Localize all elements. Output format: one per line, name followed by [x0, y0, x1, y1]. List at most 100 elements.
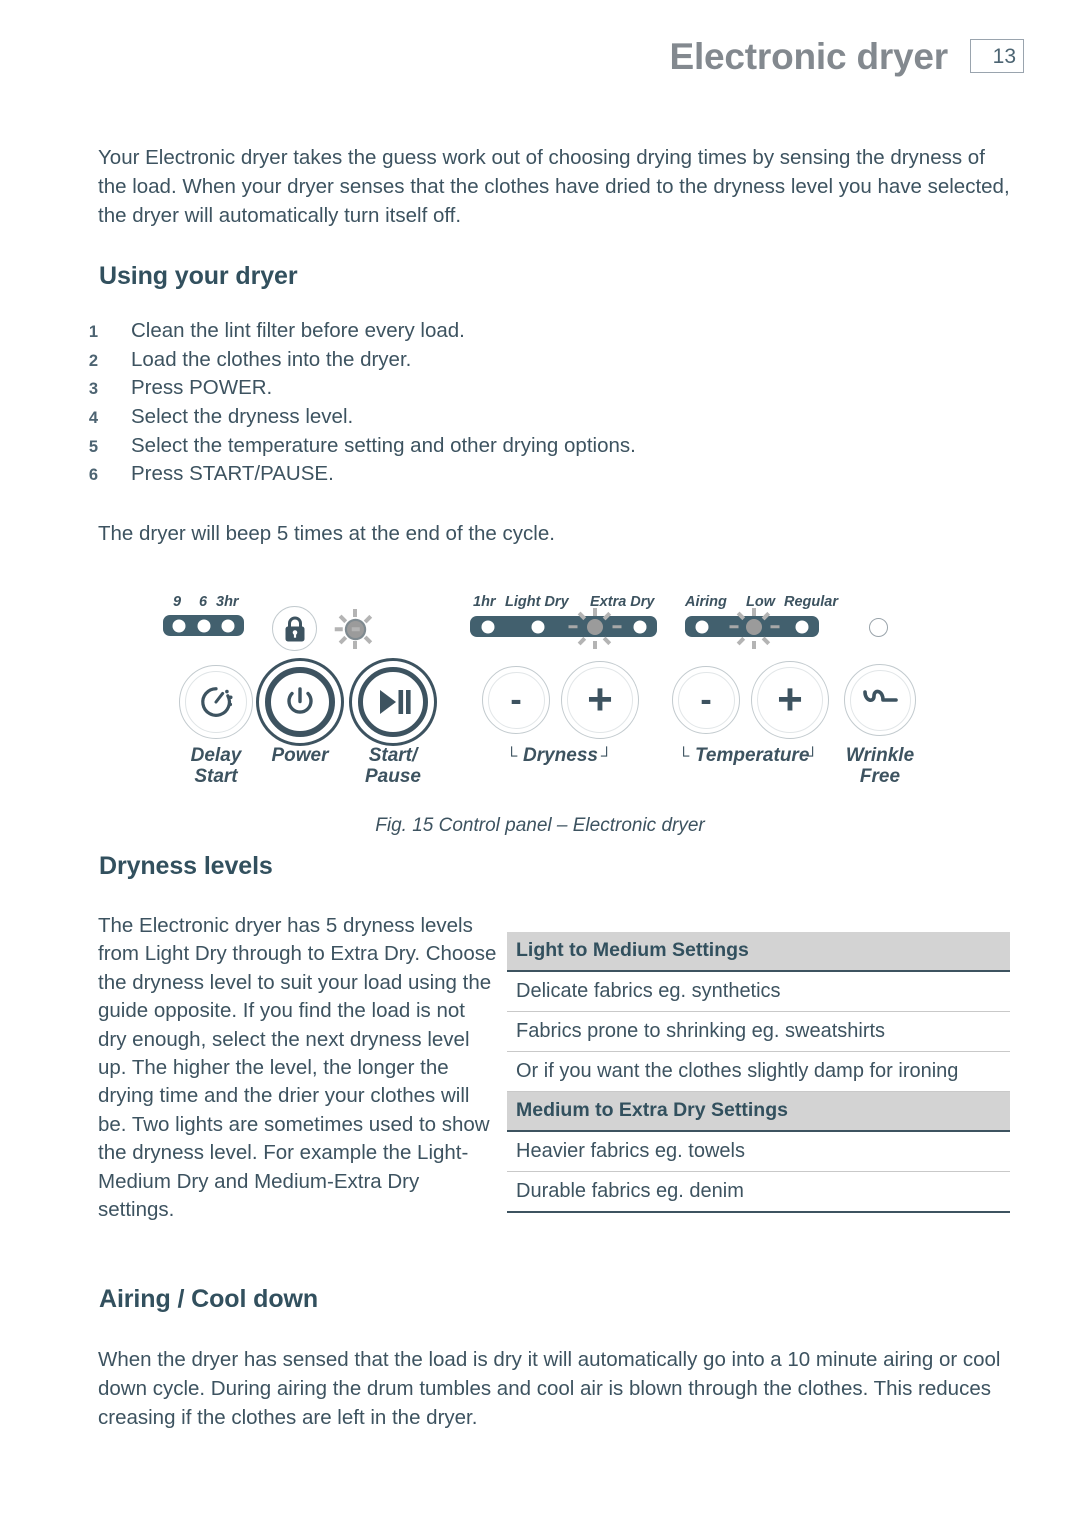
dryness-led-bar: [470, 616, 657, 637]
power-on-indicator-lit: [334, 608, 376, 650]
dryness-led-extra-dry: [633, 620, 647, 633]
child-lock-indicator: [272, 606, 317, 651]
plus-icon: +: [777, 675, 803, 724]
control-panel-figure: 9 6 3hr Delay Start Power Start/ Pause 1…: [150, 588, 950, 838]
step-text: Select the temperature setting and other…: [131, 433, 636, 457]
figure-caption: Fig. 15 Control panel – Electronic dryer: [375, 815, 705, 836]
temperature-minus-inner-ring: -: [677, 671, 735, 729]
delay-led-label-9: 9: [173, 594, 182, 610]
step-text: Press POWER.: [131, 376, 273, 400]
beep-note: The dryer will beep 5 times at the end o…: [98, 522, 555, 545]
table-row: Durable fabrics eg. denim: [507, 1172, 1010, 1213]
power-button-inner-ring: [265, 667, 335, 737]
indicator-ray: [351, 627, 360, 631]
list-item: 4 Select the dryness level.: [64, 403, 964, 432]
lock-icon: [285, 616, 304, 641]
page-header: Electronic dryer 13: [96, 28, 1024, 84]
dryness-levels-section: Dryness levels: [99, 852, 273, 881]
temperature-led-airing: [695, 620, 709, 633]
page-number: 13: [992, 44, 1016, 68]
temperature-bracket-left: └: [678, 748, 690, 765]
step-text: Press START/PAUSE.: [131, 462, 334, 486]
table-row: Or if you want the clothes slightly damp…: [507, 1052, 1010, 1092]
section-heading-dryness-levels: Dryness levels: [99, 852, 273, 880]
minus-icon: -: [510, 681, 522, 719]
table-cell: Fabrics prone to shrinking eg. sweatshir…: [516, 1020, 886, 1042]
dryness-plus-inner-ring: +: [567, 667, 633, 733]
temperature-bracket-right: ┘: [807, 748, 819, 765]
temperature-minus-button[interactable]: -: [672, 666, 740, 734]
section-heading-airing-cool-down: Airing / Cool down: [99, 1285, 319, 1313]
indicator-ray: [363, 614, 372, 623]
dryness-label-1hr: 1hr: [473, 594, 496, 610]
temperature-label-low: Low: [746, 594, 775, 610]
wrinkle-free-inner-ring: [849, 669, 911, 731]
delay-start-button[interactable]: [179, 665, 253, 739]
temperature-lit-rays: [735, 608, 773, 649]
dryness-led-1hr: [481, 620, 495, 633]
step-number: 1: [88, 323, 98, 341]
power-button[interactable]: [256, 658, 344, 746]
power-button-label: Power: [271, 745, 329, 766]
temperature-led-regular: [795, 620, 809, 633]
dryness-plus-button[interactable]: +: [561, 661, 639, 739]
table-row: Heavier fabrics eg. towels: [507, 1132, 1010, 1172]
dryness-bracket-left: └: [506, 748, 518, 765]
play-pause-icon: [380, 690, 411, 714]
dryness-minus-inner-ring: -: [487, 671, 545, 729]
list-item: 5 Select the temperature setting and oth…: [64, 432, 964, 461]
delay-led-6: [197, 619, 210, 632]
step-number: 6: [88, 466, 98, 485]
step-number: 2: [88, 351, 98, 370]
plus-icon: +: [587, 675, 613, 724]
page-number-box: 13: [970, 39, 1024, 73]
page-title: Electronic dryer: [669, 35, 948, 77]
table-row: Delicate fabrics eg. synthetics: [507, 972, 1010, 1012]
wrinkle-free-indicator: [869, 618, 888, 637]
dryness-bracket-right: ┘: [601, 748, 613, 765]
delay-led-3hr: [221, 619, 235, 632]
step-number: 5: [88, 437, 98, 456]
delay-start-button-inner-ring: [185, 671, 247, 733]
section-heading-using-your-dryer: Using your dryer: [99, 262, 298, 290]
start-pause-button[interactable]: [349, 658, 437, 746]
table-section-header: Light to Medium Settings: [507, 932, 1010, 972]
timer-icon: [201, 687, 233, 717]
list-item: 1 Clean the lint filter before every loa…: [64, 317, 964, 346]
wrinkle-free-button[interactable]: [844, 664, 916, 736]
temperature-label-airing: Airing: [685, 594, 727, 610]
delay-led-label-6: 6: [199, 594, 208, 610]
step-number: 4: [88, 409, 98, 428]
dryness-minus-button[interactable]: -: [482, 666, 550, 734]
indicator-ray: [334, 627, 343, 631]
dryness-led-light-dry: [531, 620, 545, 633]
table-cell: Durable fabrics eg. denim: [516, 1180, 744, 1202]
minus-icon: -: [700, 681, 712, 719]
start-pause-button-inner-ring: [358, 667, 428, 737]
dryness-levels-paragraph: The Electronic dryer has 5 dryness level…: [98, 914, 497, 1222]
table-cell: Delicate fabrics eg. synthetics: [516, 980, 781, 1002]
dryness-label-light-dry: Light Dry: [505, 594, 569, 610]
settings-table: Light to Medium Settings Delicate fabric…: [507, 932, 1010, 1213]
indicator-ray: [353, 609, 357, 617]
table-header-label: Light to Medium Settings: [516, 939, 749, 961]
table-section-header: Medium to Extra Dry Settings: [507, 1092, 1010, 1132]
temperature-plus-button[interactable]: +: [751, 661, 829, 739]
dryness-label-extra-dry: Extra Dry: [590, 594, 655, 610]
temperature-plus-inner-ring: +: [757, 667, 823, 733]
intro-paragraph: Your Electronic dryer takes the guess wo…: [98, 146, 1010, 227]
beep-note-block: The dryer will beep 5 times at the end o…: [98, 519, 898, 548]
delay-led-label-3hr: 3hr: [216, 594, 239, 610]
list-item: 3 Press POWER.: [64, 374, 964, 403]
list-item: 2 Load the clothes into the dryer.: [64, 346, 964, 375]
table-cell: Or if you want the clothes slightly damp…: [516, 1060, 959, 1082]
airing-text-block: When the dryer has sensed that the load …: [98, 1345, 1018, 1432]
wrinkle-free-button-label: Wrinkle Free: [845, 745, 915, 787]
dryness-levels-text-block: The Electronic dryer has 5 dryness level…: [98, 912, 498, 1224]
temperature-group-label: Temperature: [695, 745, 810, 766]
list-item: 6 Press START/PAUSE.: [64, 460, 964, 489]
indicator-ray: [338, 635, 347, 645]
table-cell: Heavier fabrics eg. towels: [516, 1140, 745, 1162]
dryness-lit-rays: [576, 608, 614, 649]
step-text: Clean the lint filter before every load.: [131, 319, 465, 342]
